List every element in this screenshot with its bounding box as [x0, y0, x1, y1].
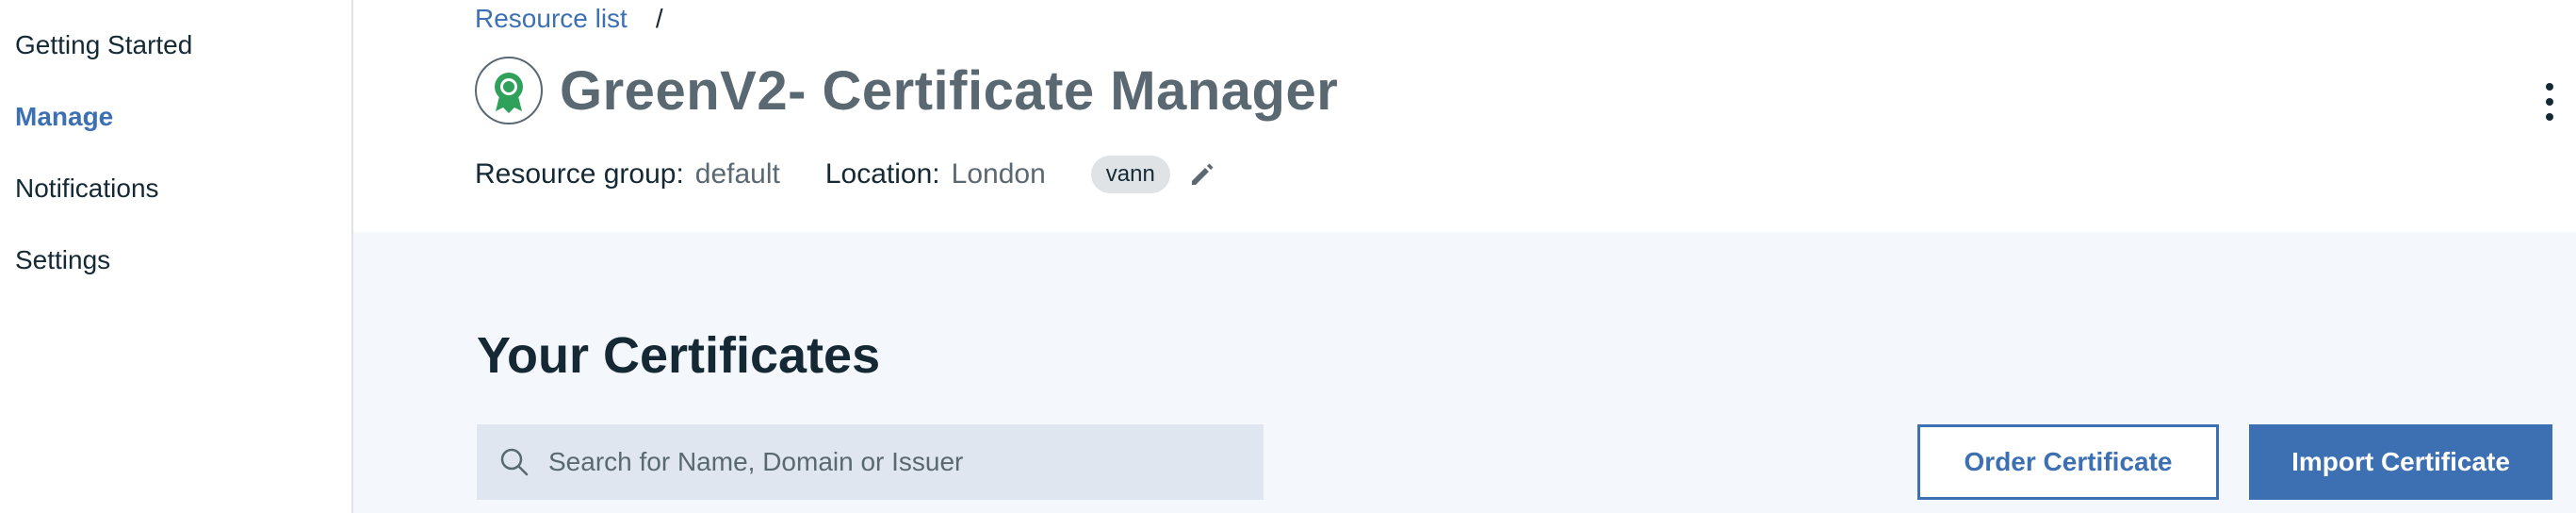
- tag-badge[interactable]: vann: [1090, 156, 1170, 193]
- main-area: Resource list / GreenV2- Certificate Man…: [353, 0, 2576, 513]
- certificate-ribbon-icon: [475, 57, 543, 124]
- certificates-section: Your Certificates Order Certificate Impo…: [353, 232, 2576, 513]
- location-label: Location:: [824, 158, 940, 190]
- breadcrumb: Resource list /: [475, 4, 663, 34]
- search-icon: [497, 445, 531, 479]
- page-title: GreenV2- Certificate Manager: [560, 59, 1339, 122]
- app: Getting Started Manage Notifications Set…: [0, 0, 2576, 513]
- sidebar-item-settings[interactable]: Settings: [0, 241, 351, 313]
- sidebar-item-manage[interactable]: Manage: [0, 98, 351, 170]
- breadcrumb-resource-list-link[interactable]: Resource list: [475, 4, 628, 34]
- title-row: GreenV2- Certificate Manager: [475, 57, 1338, 124]
- search-bar[interactable]: [477, 424, 1264, 500]
- order-certificate-button[interactable]: Order Certificate: [1917, 424, 2219, 500]
- search-input[interactable]: [548, 447, 1246, 477]
- pencil-icon[interactable]: [1185, 157, 1219, 191]
- overflow-menu-vertical-icon[interactable]: [2531, 74, 2568, 130]
- section-title: Your Certificates: [477, 327, 881, 384]
- sidebar-item-getting-started[interactable]: Getting Started: [0, 26, 351, 98]
- location-value: London: [951, 158, 1046, 190]
- breadcrumb-separator: /: [655, 4, 663, 33]
- import-certificate-button[interactable]: Import Certificate: [2249, 424, 2552, 500]
- resource-group-label: Resource group:: [475, 158, 684, 190]
- resource-header: Resource list / GreenV2- Certificate Man…: [353, 0, 2576, 232]
- resource-group-value: default: [694, 158, 780, 190]
- sidebar: Getting Started Manage Notifications Set…: [0, 0, 353, 513]
- resource-meta: Resource group: default Location: London…: [475, 156, 1219, 193]
- sidebar-item-notifications[interactable]: Notifications: [0, 170, 351, 241]
